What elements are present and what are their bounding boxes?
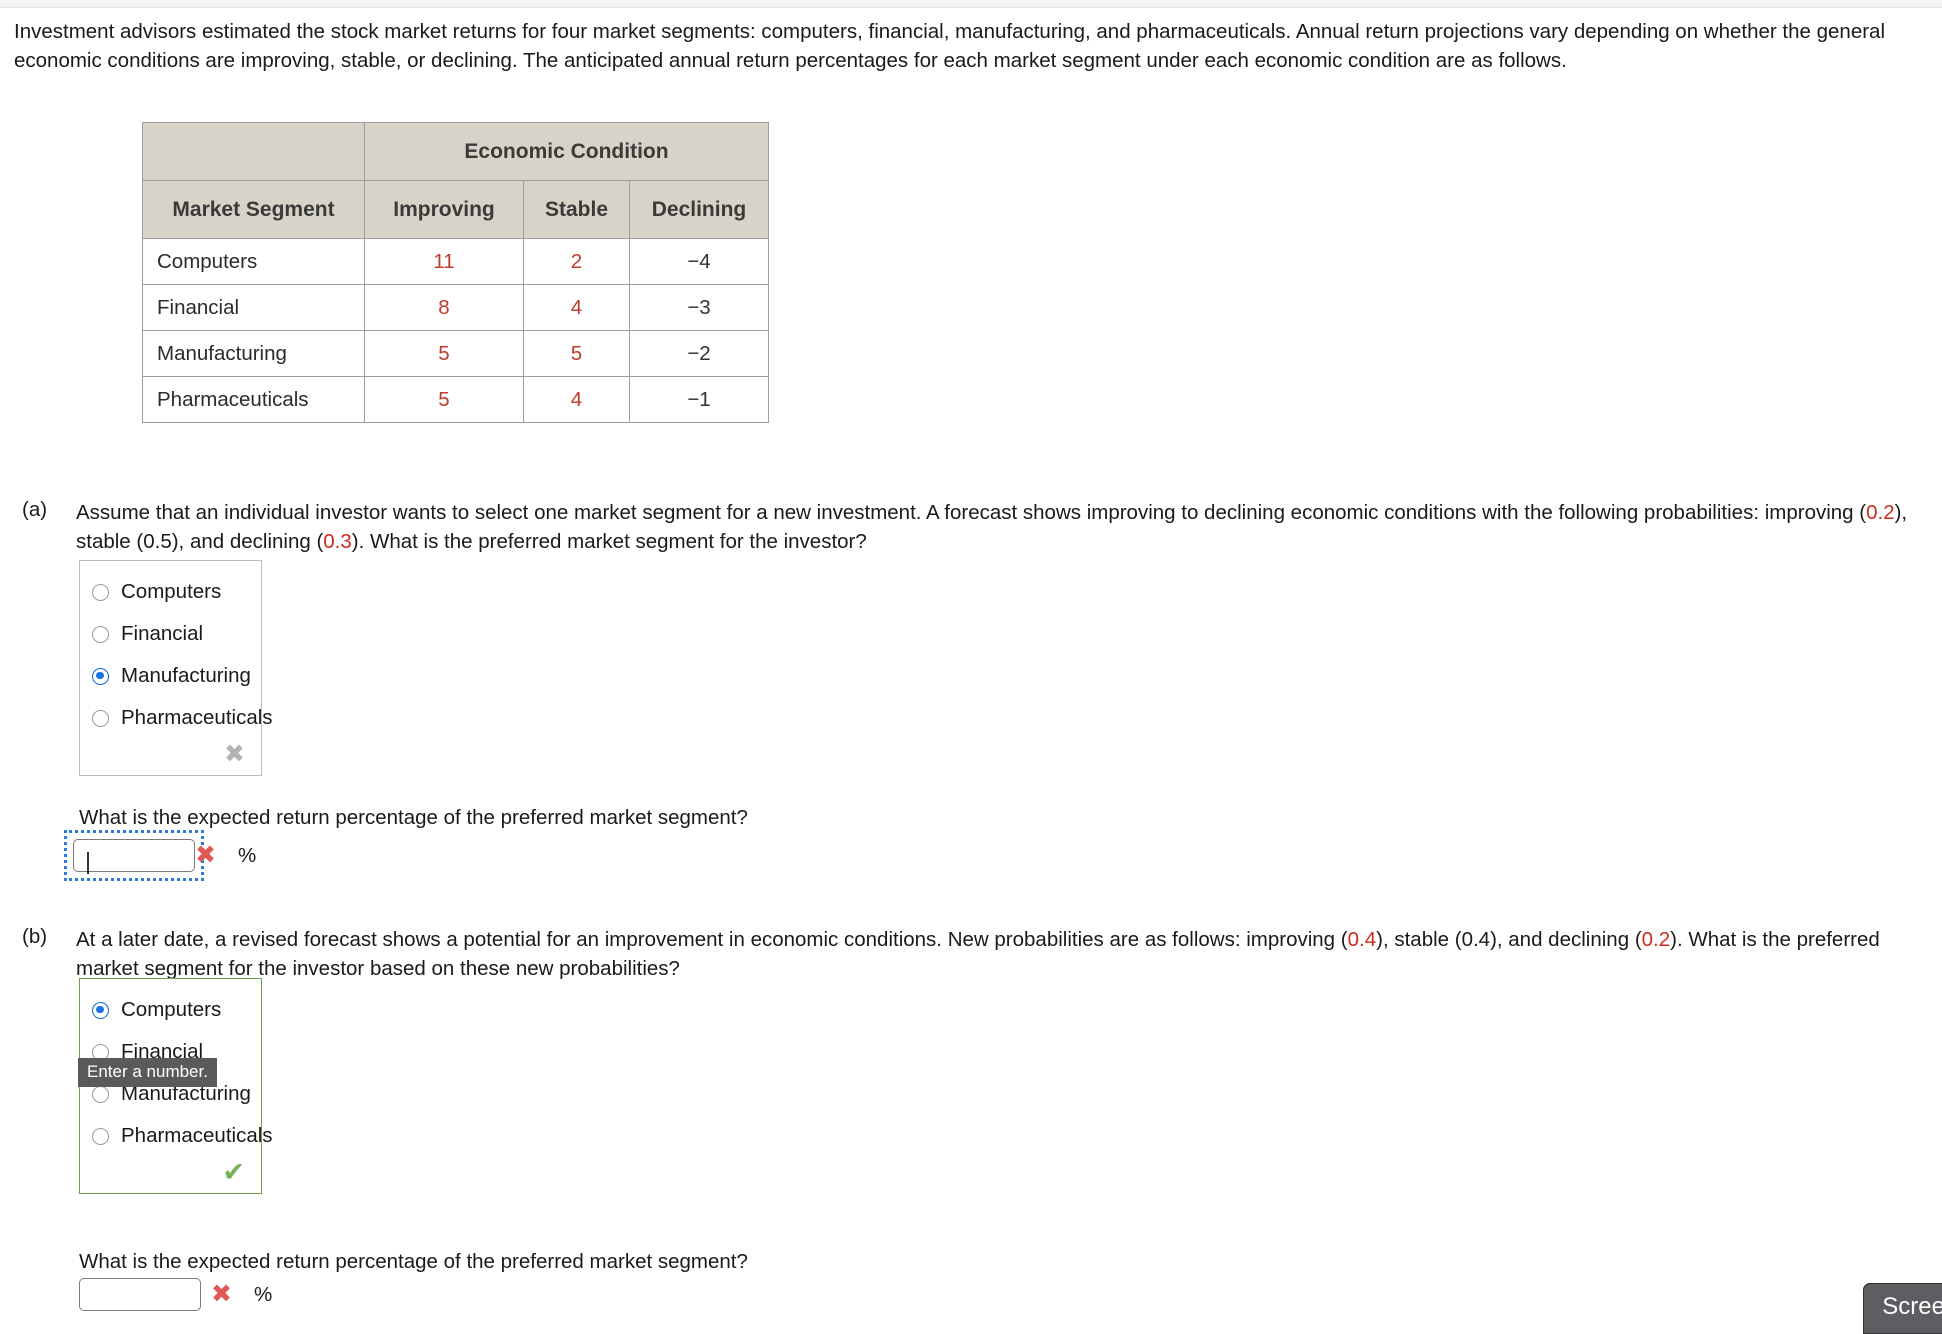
- table-header-row: Market Segment Improving Stable Declinin…: [142, 180, 769, 239]
- cell-improving: 5: [364, 376, 524, 423]
- option-label: Financial: [121, 622, 204, 645]
- header-stable: Stable: [523, 180, 630, 239]
- part-a-label: (a): [22, 498, 48, 521]
- part-b-prob-improving: 0.4: [1347, 928, 1377, 951]
- cell-improving: 11: [364, 238, 524, 285]
- part-a-result-mark-row: ✖: [92, 739, 249, 769]
- part-b-text-line2-pre: (: [1634, 928, 1642, 951]
- cell-stable: 4: [523, 376, 630, 423]
- part-a-option-computers[interactable]: Computers: [92, 571, 249, 613]
- radio-button-icon[interactable]: [92, 1127, 109, 1145]
- cell-improving: 8: [364, 284, 524, 331]
- part-a-text-line1: Assume that an individual investor wants…: [76, 501, 1639, 524]
- part-b-label: (b): [22, 925, 48, 948]
- cell-declining: −3: [629, 284, 769, 331]
- radio-button-icon[interactable]: [92, 709, 109, 727]
- option-label: Computers: [121, 580, 222, 603]
- option-label: Computers: [121, 998, 222, 1021]
- enter-a-number-tooltip: Enter a number.: [78, 1058, 217, 1087]
- table-corner-blank: [142, 122, 365, 181]
- part-b-incorrect-x-icon: ✖: [211, 1280, 232, 1308]
- text-caret: [87, 852, 89, 874]
- part-a-incorrect-x-icon: ✖: [195, 841, 216, 869]
- part-b-text-mid: ), stable (0.4), and declining: [1376, 928, 1630, 951]
- part-a-option-financial[interactable]: Financial: [92, 613, 249, 655]
- table-row: Manufacturing 5 5 −2: [142, 330, 769, 377]
- part-a-answer-input[interactable]: [73, 839, 195, 872]
- screenshot-button[interactable]: Scree: [1863, 1283, 1942, 1334]
- cell-stable: 5: [523, 330, 630, 377]
- option-label: Pharmaceuticals: [121, 1124, 273, 1147]
- radio-button-icon[interactable]: [92, 1085, 109, 1103]
- radio-button-icon[interactable]: [92, 583, 109, 601]
- part-b-question-text: At a later date, a revised forecast show…: [76, 925, 1926, 983]
- table-row: Computers 11 2 −4: [142, 238, 769, 285]
- part-a-input-focus-ring: [64, 830, 204, 881]
- option-label: Pharmaceuticals: [121, 706, 273, 729]
- payoff-table: Economic Condition Market Segment Improv…: [142, 122, 769, 423]
- header-declining: Declining: [629, 180, 769, 239]
- part-b-result-mark-row: ✔: [92, 1157, 249, 1187]
- radio-button-selected-icon[interactable]: [92, 1001, 109, 1019]
- cell-declining: −2: [629, 330, 769, 377]
- part-a-text-line2-post: ). What is the preferred market segment …: [351, 530, 867, 553]
- top-chrome-strip: [0, 0, 1942, 8]
- part-a-prob-declining: 0.3: [323, 530, 352, 553]
- intro-paragraph: Investment advisors estimated the stock …: [14, 20, 1886, 72]
- cell-declining: −1: [629, 376, 769, 423]
- cell-stable: 2: [523, 238, 630, 285]
- table-group-header-row: Economic Condition: [142, 122, 769, 181]
- part-a-prob-improving: 0.2: [1866, 501, 1895, 524]
- part-b-text-pre: At a later date, a revised forecast show…: [76, 928, 1348, 951]
- part-b-answer-row: ✖ %: [79, 1278, 272, 1311]
- option-label: Manufacturing: [121, 664, 251, 687]
- cell-segment: Financial: [142, 284, 365, 331]
- part-a-text-line2-pre: probabilities: improving (: [1643, 501, 1867, 524]
- part-a-option-pharmaceuticals[interactable]: Pharmaceuticals: [92, 697, 273, 739]
- table-row: Financial 8 4 −3: [142, 284, 769, 331]
- part-b-answer-prompt: What is the expected return percentage o…: [79, 1250, 748, 1273]
- part-a-option-manufacturing[interactable]: Manufacturing: [92, 655, 251, 697]
- radio-button-icon[interactable]: [92, 625, 109, 643]
- part-a-percent-unit: %: [237, 843, 257, 867]
- correct-check-icon: ✔: [222, 1156, 245, 1187]
- cell-stable: 4: [523, 284, 630, 331]
- cell-segment: Manufacturing: [142, 330, 365, 377]
- part-b-prob-declining: 0.2: [1641, 928, 1671, 951]
- header-improving: Improving: [364, 180, 524, 239]
- radio-button-selected-icon[interactable]: [92, 667, 109, 685]
- part-a-answer-prompt: What is the expected return percentage o…: [79, 806, 748, 829]
- table-group-header-economic-condition: Economic Condition: [364, 122, 769, 181]
- table-row: Pharmaceuticals 5 4 −1: [142, 376, 769, 423]
- cell-improving: 5: [364, 330, 524, 377]
- header-market-segment: Market Segment: [142, 180, 365, 239]
- part-a-answer-row: ✖ %: [64, 830, 256, 881]
- part-b-percent-unit: %: [253, 1282, 273, 1306]
- part-a-question-text: Assume that an individual investor wants…: [76, 498, 1926, 556]
- part-a-radio-group[interactable]: Computers Financial Manufacturing Pharma…: [79, 560, 273, 776]
- incorrect-x-icon: ✖: [224, 739, 245, 768]
- cell-declining: −4: [629, 238, 769, 285]
- part-b-answer-input[interactable]: [79, 1278, 201, 1311]
- cell-segment: Computers: [142, 238, 365, 285]
- part-b-option-computers[interactable]: Computers: [92, 989, 249, 1031]
- part-b-option-pharmaceuticals[interactable]: Pharmaceuticals: [92, 1115, 273, 1157]
- cell-segment: Pharmaceuticals: [142, 376, 365, 423]
